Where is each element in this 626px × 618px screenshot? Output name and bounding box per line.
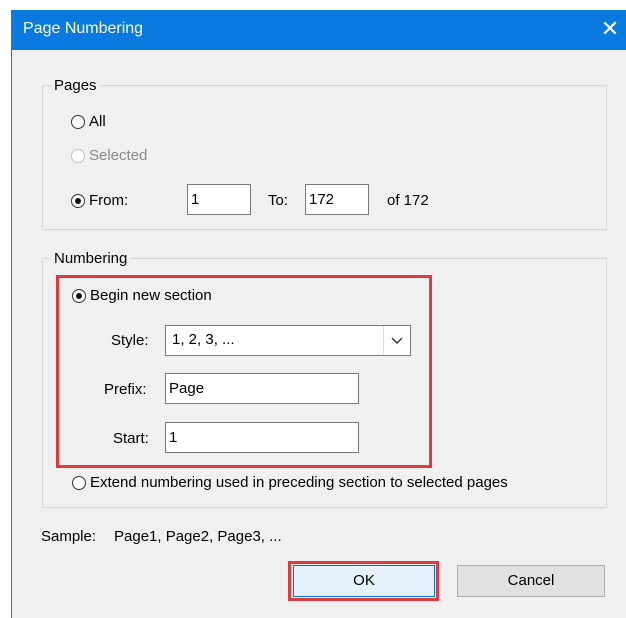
cancel-button[interactable]: Cancel (457, 565, 605, 597)
radio-begin-new-section[interactable]: Begin new section (72, 287, 212, 304)
prefix-label: Prefix: (104, 381, 147, 398)
style-dropdown[interactable]: 1, 2, 3, ... (165, 325, 411, 356)
from-field[interactable] (187, 184, 251, 215)
radio-extend-circle[interactable] (72, 475, 86, 490)
style-label: Style: (111, 332, 149, 349)
radio-from[interactable]: From: (71, 192, 128, 209)
to-field[interactable] (305, 184, 369, 215)
close-icon[interactable]: ✕ (595, 14, 625, 44)
radio-begin-circle[interactable] (72, 288, 86, 303)
numbering-legend: Numbering (54, 250, 128, 267)
of-total-label: of 172 (387, 192, 429, 209)
ok-button[interactable]: OK (293, 565, 435, 597)
radio-begin-label: Begin new section (90, 287, 212, 304)
start-field[interactable] (165, 422, 359, 453)
radio-extend-label: Extend numbering used in preceding secti… (90, 474, 508, 491)
radio-all[interactable]: All (71, 113, 106, 130)
radio-selected-label: Selected (89, 147, 148, 164)
radio-selected-circle (71, 148, 85, 163)
start-label: Start: (113, 430, 149, 447)
radio-extend-numbering[interactable]: Extend numbering used in preceding secti… (72, 474, 508, 491)
dialog-title: Page Numbering (23, 20, 144, 37)
title-bar: Page Numbering ✕ (12, 10, 626, 50)
chevron-down-icon[interactable] (383, 326, 410, 355)
radio-selected: Selected (71, 147, 147, 164)
style-value: 1, 2, 3, ... (172, 331, 235, 348)
radio-all-circle[interactable] (71, 114, 85, 129)
pages-legend: Pages (54, 77, 97, 94)
page-numbering-dialog: Page Numbering ✕ Pages All Selected From… (11, 10, 626, 618)
sample-label: Sample: (41, 528, 97, 545)
radio-from-label: From: (89, 192, 129, 209)
sample-value: Page1, Page2, Page3, ... (114, 528, 282, 545)
prefix-field[interactable] (165, 373, 359, 404)
radio-all-label: All (89, 113, 106, 130)
radio-from-circle[interactable] (71, 193, 85, 208)
to-label: To: (268, 192, 289, 209)
